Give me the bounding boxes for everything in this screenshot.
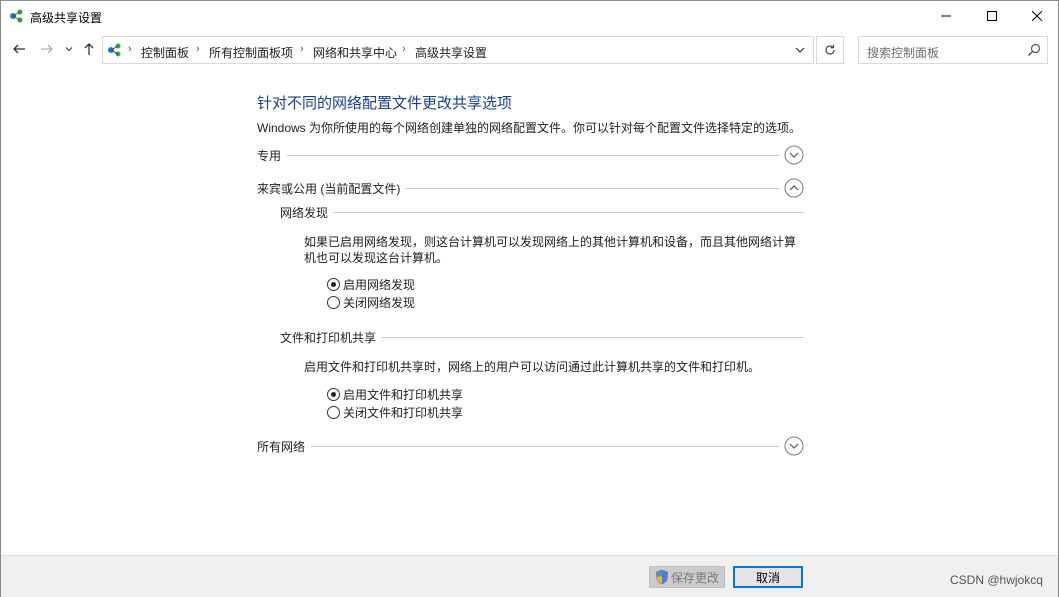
radio-label[interactable]: 启用文件和打印机共享 [343,386,463,403]
up-button[interactable] [80,40,98,58]
radio-label[interactable]: 关闭网络发现 [343,294,415,311]
forward-button[interactable] [38,40,56,58]
title-bar: 高级共享设置 [1,1,1058,31]
radio-label[interactable]: 启用网络发现 [343,276,415,293]
profile-all-networks[interactable]: 所有网络 [257,436,804,456]
radio-button[interactable] [327,277,340,291]
divider [280,212,804,213]
breadcrumb-item[interactable]: 网络和共享中心 [313,44,397,61]
radio-button[interactable] [327,387,340,401]
arrow-up-icon [84,43,94,55]
profile-label: 来宾或公用 (当前配置文件) [257,180,407,197]
search-placeholder: 搜索控制面板 [867,46,940,60]
breadcrumb-item[interactable]: 高级共享设置 [415,44,487,61]
cancel-button[interactable]: 取消 [733,566,803,588]
file-printer-sharing-text: 启用文件和打印机共享时，网络上的用户可以访问通过此计算机共享的文件和打印机。 [304,360,761,374]
radio-button[interactable] [327,295,340,309]
minimize-button[interactable] [923,1,969,31]
collapse-chevron-icon[interactable] [784,178,804,198]
refresh-icon [825,44,835,55]
radio-label[interactable]: 关闭文件和打印机共享 [343,404,463,421]
breadcrumb-separator: › [128,43,132,55]
search-icon[interactable] [1027,43,1041,57]
address-dropdown-button[interactable] [787,37,813,63]
chevron-down-icon [795,47,805,53]
profile-private[interactable]: 专用 [257,145,804,165]
network-discovery-header: 网络发现 [280,203,804,221]
profile-public[interactable]: 来宾或公用 (当前配置文件) [257,178,804,198]
network-discovery-text: 如果已启用网络发现，则这台计算机可以发现网络上的其他计算机和设备，而且其他网络计… [304,235,797,265]
uac-shield-icon [656,569,668,585]
watermark: CSDN @hwjokcq [950,573,1043,587]
radio-enable-file-sharing[interactable]: 启用文件和打印机共享 [327,386,463,402]
arrow-right-icon [41,44,53,54]
refresh-button[interactable] [816,36,844,64]
main-content: 针对不同的网络配置文件更改共享选项 Windows 为你所使用的每个网络创建单独… [1,67,1058,555]
footer-bar: 保存更改 取消 [1,555,1058,597]
search-input[interactable]: 搜索控制面板 [858,36,1048,64]
navigation-bar: › 控制面板 › 所有控制面板项 › 网络和共享中心 › 高级共享设置 搜索控制… [1,31,1058,67]
breadcrumb-separator: › [300,43,304,55]
arrow-left-icon [13,44,25,54]
page-title: 针对不同的网络配置文件更改共享选项 [257,95,513,112]
radio-enable-network-discovery[interactable]: 启用网络发现 [327,276,415,292]
section-label: 网络发现 [280,204,335,221]
maximize-button[interactable] [969,1,1015,31]
section-label: 文件和打印机共享 [280,329,383,346]
profile-label: 专用 [257,147,288,164]
breadcrumb-separator: › [402,43,406,55]
divider [257,155,779,156]
back-button[interactable] [10,40,28,58]
breadcrumb-separator: › [196,43,200,55]
chevron-down-icon [65,47,73,52]
breadcrumb-item[interactable]: 所有控制面板项 [209,44,293,61]
recent-locations-button[interactable] [63,40,75,58]
maximize-icon [987,11,997,21]
breadcrumb-item[interactable]: 控制面板 [141,44,189,61]
radio-button[interactable] [327,405,340,419]
close-button[interactable] [1014,1,1059,31]
network-icon [10,9,23,23]
window-title: 高级共享设置 [30,11,103,25]
minimize-icon [941,15,951,17]
window: 高级共享设置 › 控制面板 › 所有控制面板项 › 网络和共享中心 › 高级共享… [0,0,1059,597]
expand-chevron-icon[interactable] [784,145,804,165]
profile-label: 所有网络 [257,438,312,455]
expand-chevron-icon[interactable] [784,436,804,456]
address-bar[interactable]: › 控制面板 › 所有控制面板项 › 网络和共享中心 › 高级共享设置 [102,36,814,64]
save-button-label: 保存更改 [670,570,719,585]
page-description: Windows 为你所使用的每个网络创建单独的网络配置文件。你可以针对每个配置文… [257,121,802,135]
save-changes-button[interactable]: 保存更改 [649,566,725,588]
radio-disable-network-discovery[interactable]: 关闭网络发现 [327,294,415,310]
divider [257,446,779,447]
file-printer-sharing-header: 文件和打印机共享 [280,328,804,346]
radio-disable-file-sharing[interactable]: 关闭文件和打印机共享 [327,404,463,420]
close-icon [1032,11,1042,21]
network-icon [108,43,121,57]
